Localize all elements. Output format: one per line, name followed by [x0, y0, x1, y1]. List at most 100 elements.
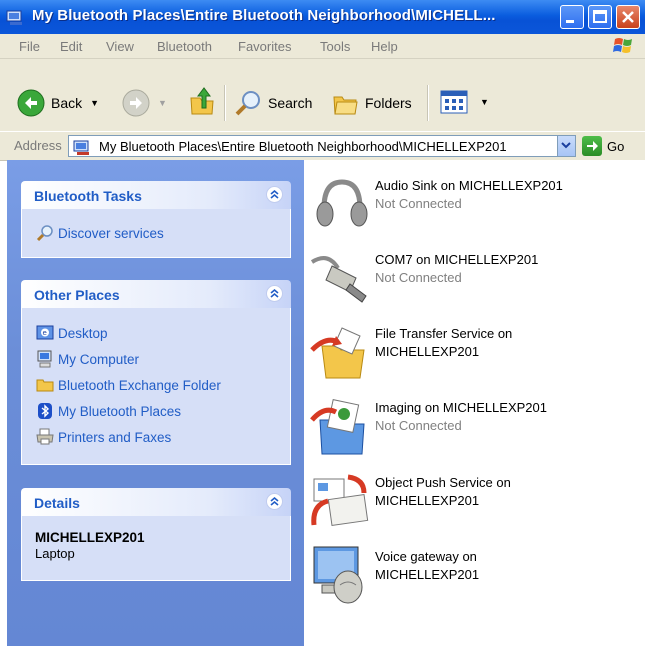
other-places-panel: Other Places e Desktop My Computer Bluet… — [21, 280, 291, 465]
title-bar[interactable]: My Bluetooth Places\Entire Bluetooth Nei… — [0, 0, 645, 34]
collapse-icon[interactable] — [266, 186, 283, 203]
menu-bar: File Edit View Bluetooth Favorites Tools… — [0, 34, 645, 59]
close-button[interactable] — [616, 5, 640, 29]
service-file-transfer[interactable]: File Transfer Service on MICHELLEXP201 — [304, 320, 645, 390]
collapse-icon[interactable] — [266, 493, 283, 510]
imaging-icon — [310, 399, 365, 455]
forward-arrow-icon — [122, 89, 150, 117]
address-dropdown-button[interactable] — [557, 136, 575, 156]
bluetooth-tasks-header[interactable]: Bluetooth Tasks — [21, 181, 291, 209]
folders-button[interactable]: Folders — [331, 89, 412, 117]
service-name: COM7 on MICHELLEXP201 — [375, 252, 539, 267]
search-button[interactable]: Search — [234, 89, 312, 117]
chevron-down-icon — [561, 142, 571, 149]
desktop-icon: e — [36, 325, 54, 340]
views-button[interactable]: ▼ — [440, 90, 489, 114]
svg-text:e: e — [43, 329, 47, 337]
place-bluetooth-exchange-folder-link[interactable]: Bluetooth Exchange Folder — [22, 372, 290, 398]
search-icon — [36, 225, 53, 242]
menu-help[interactable]: Help — [371, 39, 398, 54]
service-name: Voice gateway on MICHELLEXP201 — [375, 549, 480, 582]
discover-services-link[interactable]: Discover services — [22, 220, 290, 246]
minimize-button[interactable] — [560, 5, 584, 29]
address-label: Address — [14, 138, 62, 153]
bluetooth-exchange-folder-label: Bluetooth Exchange Folder — [58, 377, 221, 393]
service-object-push[interactable]: Object Push Service on MICHELLEXP201 — [304, 469, 645, 539]
place-my-bluetooth-places-link[interactable]: My Bluetooth Places — [22, 398, 290, 424]
bluetooth-places-icon — [6, 10, 22, 25]
service-status: Not Connected — [375, 418, 462, 433]
device-type: Laptop — [35, 546, 75, 561]
windows-logo-icon — [613, 38, 632, 53]
my-bluetooth-places-label: My Bluetooth Places — [58, 403, 182, 419]
folders-icon — [333, 96, 358, 115]
go-label: Go — [607, 138, 625, 154]
bluetooth-icon — [38, 403, 52, 419]
headphones-icon — [316, 179, 368, 227]
service-status: Not Connected — [375, 270, 462, 285]
maximize-button[interactable] — [588, 5, 612, 29]
task-pane: Bluetooth Tasks Discover services Other … — [7, 160, 304, 646]
views-icon — [440, 90, 468, 114]
collapse-icon[interactable] — [266, 285, 283, 302]
service-status: Not Connected — [375, 196, 462, 211]
search-label: Search — [268, 95, 313, 111]
device-name: MICHELLEXP201 — [35, 530, 145, 545]
go-button[interactable]: Go — [582, 136, 624, 156]
service-list: Audio Sink on MICHELLEXP201 Not Connecte… — [304, 160, 645, 646]
service-com7[interactable]: COM7 on MICHELLEXP201 Not Connected — [304, 246, 645, 316]
file-transfer-icon — [310, 327, 365, 379]
window-title: My Bluetooth Places\Entire Bluetooth Nei… — [32, 7, 496, 24]
service-audio-sink[interactable]: Audio Sink on MICHELLEXP201 Not Connecte… — [304, 172, 645, 242]
up-folder-icon — [190, 87, 214, 115]
go-arrow-icon — [582, 136, 602, 156]
up-folder-button[interactable] — [188, 86, 216, 116]
folder-icon — [36, 379, 54, 392]
address-value: My Bluetooth Places\Entire Bluetooth Nei… — [99, 139, 507, 154]
address-input[interactable]: My Bluetooth Places\Entire Bluetooth Nei… — [68, 135, 576, 157]
menu-file[interactable]: File — [19, 39, 40, 54]
back-button[interactable]: Back ▼ — [17, 89, 99, 117]
folders-label: Folders — [365, 95, 412, 111]
discover-services-label: Discover services — [58, 225, 164, 241]
place-desktop-link[interactable]: e Desktop — [22, 320, 290, 346]
other-places-body: e Desktop My Computer Bluetooth Exchange… — [21, 308, 291, 465]
service-name: Object Push Service on MICHELLEXP201 — [375, 475, 511, 508]
bluetooth-places-icon — [73, 140, 89, 155]
place-printers-and-faxes-link[interactable]: Printers and Faxes — [22, 424, 290, 450]
menu-tools[interactable]: Tools — [320, 39, 350, 54]
search-icon — [235, 91, 260, 116]
forward-dropdown-icon: ▼ — [158, 98, 167, 108]
back-label: Back — [51, 95, 83, 111]
views-dropdown-icon[interactable]: ▼ — [480, 97, 489, 107]
toolbar-separator — [224, 85, 226, 121]
serial-cable-icon — [310, 256, 367, 303]
menu-bluetooth[interactable]: Bluetooth — [157, 39, 212, 54]
details-panel: Details MICHELLEXP201 Laptop — [21, 488, 291, 581]
place-my-computer-link[interactable]: My Computer — [22, 346, 290, 372]
bluetooth-tasks-panel: Bluetooth Tasks Discover services — [21, 181, 291, 258]
toolbar-separator — [427, 85, 429, 121]
service-name: Imaging on MICHELLEXP201 — [375, 400, 547, 415]
address-bar: Address My Bluetooth Places\Entire Bluet… — [0, 131, 645, 161]
voice-gateway-icon — [313, 546, 363, 604]
bluetooth-tasks-title: Bluetooth Tasks — [34, 188, 142, 204]
forward-button[interactable]: ▼ — [122, 89, 167, 117]
menu-edit[interactable]: Edit — [60, 39, 82, 54]
printers-and-faxes-label: Printers and Faxes — [58, 429, 172, 445]
menu-favorites[interactable]: Favorites — [238, 39, 291, 54]
computer-icon — [37, 350, 52, 368]
details-body: MICHELLEXP201 Laptop — [21, 516, 291, 581]
object-push-icon — [311, 474, 369, 526]
my-computer-label: My Computer — [58, 351, 140, 367]
details-header[interactable]: Details — [21, 488, 291, 516]
desktop-label: Desktop — [58, 325, 108, 341]
explorer-window: My Bluetooth Places\Entire Bluetooth Nei… — [0, 0, 645, 646]
other-places-header[interactable]: Other Places — [21, 280, 291, 308]
service-name: File Transfer Service on MICHELLEXP201 — [375, 326, 513, 359]
service-voice-gateway[interactable]: Voice gateway on MICHELLEXP201 — [304, 543, 645, 613]
service-imaging[interactable]: Imaging on MICHELLEXP201 Not Connected — [304, 394, 645, 464]
menu-view[interactable]: View — [106, 39, 134, 54]
back-dropdown-icon[interactable]: ▼ — [90, 98, 99, 108]
bluetooth-tasks-body: Discover services — [21, 209, 291, 258]
